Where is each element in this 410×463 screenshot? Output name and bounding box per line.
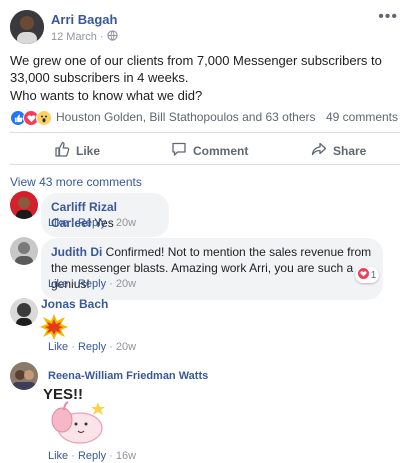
comment-bubble: Judith Di Confirmed! Not to mention the … [41, 238, 383, 300]
meta-separator: · [99, 31, 104, 43]
sep: · [109, 278, 113, 290]
post-question: Who wants to know what we did? [10, 88, 203, 103]
comment-actions: Like · Reply · 16w [48, 450, 136, 462]
sep: · [109, 450, 113, 462]
comment-actions: Like · Reply · 20w [48, 217, 136, 229]
post-date[interactable]: 12 March [51, 31, 97, 43]
comment-time[interactable]: 20w [116, 217, 136, 229]
comment-time[interactable]: 20w [116, 278, 136, 290]
post-meta: 12 March · [51, 30, 118, 44]
comment-bubble: Carliff Rizal Carleel Yes [41, 193, 169, 237]
like-label: Like [76, 143, 101, 158]
sep: · [71, 217, 75, 229]
share-label: Share [333, 143, 367, 158]
comment-like-link[interactable]: Like [48, 217, 68, 229]
reaction-count: 1 [370, 269, 377, 281]
divider [10, 132, 400, 133]
commenter-avatar[interactable] [10, 191, 38, 219]
comment-actions: Like · Reply · 20w [48, 341, 136, 353]
reaction-icons[interactable] [10, 110, 52, 126]
commenter-name[interactable]: Reena-William Friedman Watts [48, 370, 208, 382]
sep: · [109, 341, 113, 353]
sep: · [71, 278, 75, 290]
comment-actions: Like · Reply · 20w [48, 278, 136, 290]
thumbs-up-icon [54, 141, 70, 160]
commenter-avatar[interactable] [10, 362, 38, 390]
comment-count[interactable]: 49 comments [326, 110, 398, 124]
commenter-name[interactable]: Judith Di [51, 245, 102, 259]
wow-reaction-icon [36, 110, 52, 126]
commenter-avatar[interactable] [10, 298, 38, 326]
reactors-text[interactable]: Houston Golden, Bill Stathopoulos and 63… [56, 110, 316, 124]
sep: · [71, 450, 75, 462]
share-icon [311, 141, 327, 160]
divider [10, 164, 400, 165]
comment-reply-link[interactable]: Reply [78, 278, 106, 290]
like-button[interactable]: Like [54, 141, 100, 160]
comment-like-link[interactable]: Like [48, 278, 68, 290]
post-text: We grew one of our clients from 7,000 Me… [10, 53, 382, 85]
comment-label: Comment [193, 143, 249, 158]
more-options-button[interactable]: ••• [378, 8, 398, 26]
comment-reaction-badge[interactable]: 1 [355, 267, 379, 283]
comment-icon [171, 141, 187, 160]
globe-icon [106, 30, 118, 44]
comment-like-link[interactable]: Like [48, 341, 68, 353]
explosion-sticker [40, 314, 68, 340]
love-reaction-icon [357, 268, 369, 282]
comment-time[interactable]: 16w [116, 450, 136, 462]
comment-reply-link[interactable]: Reply [78, 450, 106, 462]
sep: · [109, 217, 113, 229]
sep: · [71, 341, 75, 353]
yes-sticker: YES!! [40, 384, 108, 446]
comment-time[interactable]: 20w [116, 341, 136, 353]
share-button[interactable]: Share [311, 141, 366, 160]
comment-reply-link[interactable]: Reply [78, 217, 106, 229]
commenter-name[interactable]: Jonas Bach [41, 297, 108, 311]
sticker-text: YES!! [43, 386, 83, 403]
comment-button[interactable]: Comment [171, 141, 248, 160]
view-more-comments-link[interactable]: View 43 more comments [10, 175, 142, 189]
author-name[interactable]: Arri Bagah [51, 12, 117, 27]
comment-reply-link[interactable]: Reply [78, 341, 106, 353]
comment-like-link[interactable]: Like [48, 450, 68, 462]
commenter-avatar[interactable] [10, 237, 38, 265]
author-avatar[interactable] [10, 10, 44, 44]
